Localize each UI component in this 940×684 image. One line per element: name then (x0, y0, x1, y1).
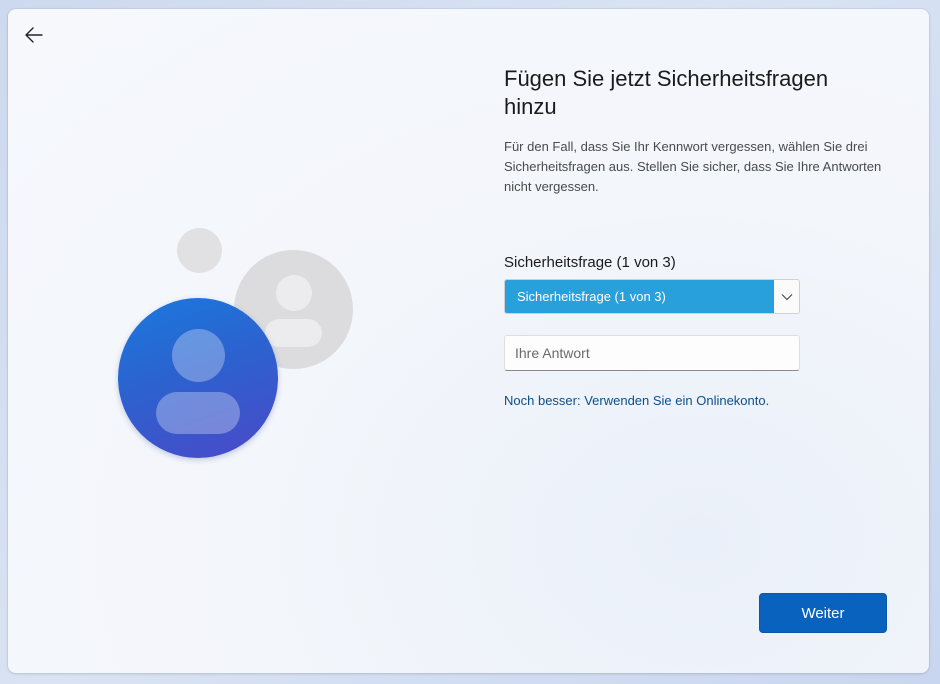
user-illustration (8, 9, 488, 673)
answer-input[interactable] (504, 335, 800, 371)
decorative-dot (177, 228, 222, 273)
oobe-window: Fügen Sie jetzt Sicherheitsfragen hinzu … (8, 9, 929, 673)
page-title: Fügen Sie jetzt Sicherheitsfragen hinzu (504, 66, 829, 119)
next-button[interactable]: Weiter (759, 593, 887, 633)
security-question-selected: Sicherheitsfrage (1 von 3) (505, 280, 774, 313)
blue-user-avatar-icon (118, 298, 278, 458)
security-question-label: Sicherheitsfrage (1 von 3) (504, 254, 676, 271)
page-description: Für den Fall, dass Sie Ihr Kennwort verg… (504, 139, 882, 194)
online-account-link[interactable]: Noch besser: Verwenden Sie ein Onlinekon… (504, 393, 769, 408)
chevron-down-icon (781, 293, 792, 300)
security-question-dropdown[interactable]: Sicherheitsfrage (1 von 3) (504, 279, 800, 314)
setup-content: Fügen Sie jetzt Sicherheitsfragen hinzu … (504, 65, 904, 408)
dropdown-toggle[interactable] (774, 280, 799, 313)
